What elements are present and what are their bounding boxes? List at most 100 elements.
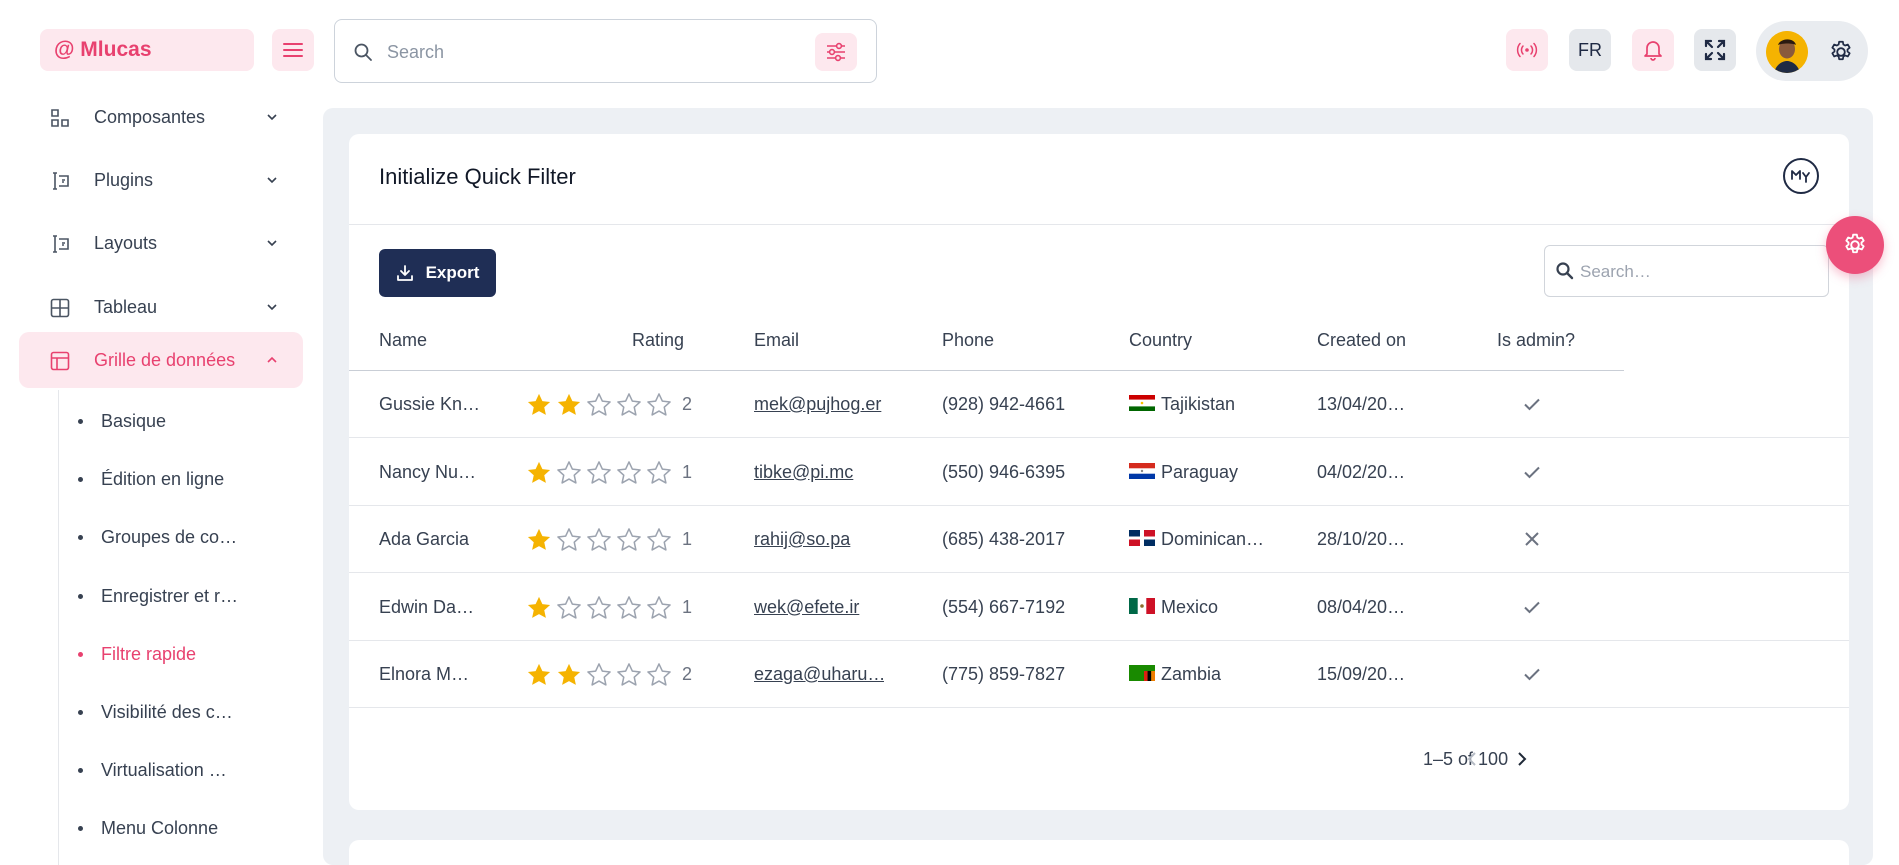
- table-row[interactable]: Edwin Da… 1 wek@efete.ir (554) 667-7192 Mexi…: [349, 574, 1849, 641]
- app-logo[interactable]: @ Mlucas: [40, 29, 254, 71]
- flag-icon: [1129, 395, 1155, 412]
- submenu-item-inline-edit[interactable]: Édition en ligne: [78, 464, 224, 494]
- submenu-item-quick-filter[interactable]: Filtre rapide: [78, 639, 196, 669]
- submenu-item-basic[interactable]: Basique: [78, 406, 166, 436]
- cell-name: Nancy Nu…: [379, 461, 477, 482]
- sidebar-item-components[interactable]: Composantes: [19, 90, 303, 145]
- star-empty-icon: [617, 528, 641, 551]
- cell-name: Ada Garcia: [379, 529, 470, 549]
- chevron-left-icon: [1467, 752, 1476, 766]
- check-icon: [1524, 398, 1540, 411]
- menu-toggle-button[interactable]: [272, 29, 314, 71]
- quick-filter-search: [1544, 245, 1829, 297]
- star-filled-icon: [557, 393, 581, 415]
- layout-icon: [53, 235, 69, 253]
- star-empty-icon: [557, 528, 581, 551]
- star-empty-icon: [647, 663, 671, 686]
- table-icon: [50, 298, 70, 318]
- table-row[interactable]: Nancy Nu… 1 tibke@pi.mc (550) 946-6395 Parag…: [349, 439, 1849, 506]
- search-filter-button[interactable]: [815, 33, 857, 71]
- table-row[interactable]: Gussie Kn… 2 mek@pujhog.er (928) 942-4661 Ta…: [349, 371, 1849, 438]
- table-row[interactable]: Elnora M… 2 ezaga@uharu… (775) 859-7827 Zamb…: [349, 641, 1849, 708]
- column-header-country[interactable]: Country: [1129, 314, 1192, 366]
- cell-country: Mexico: [1129, 574, 1279, 641]
- gear-icon[interactable]: [1828, 39, 1854, 65]
- user-menu[interactable]: [1756, 21, 1868, 81]
- column-header-is-admin[interactable]: Is admin?: [1497, 314, 1575, 366]
- rating-stars[interactable]: [525, 391, 673, 419]
- column-header-rating[interactable]: Rating: [632, 314, 684, 366]
- star-empty-icon: [617, 663, 641, 686]
- cell-phone: (775) 859-7827: [942, 664, 1066, 684]
- chevron-down-icon: [267, 240, 277, 247]
- submenu-item-column-visibility[interactable]: Visibilité des c…: [78, 697, 233, 727]
- export-button[interactable]: Export: [379, 249, 496, 297]
- fullscreen-icon: [1704, 39, 1726, 61]
- cell-name: Elnora M…: [379, 664, 470, 684]
- divider: [349, 224, 1849, 225]
- rating-stars[interactable]: [525, 526, 673, 554]
- star-empty-icon: [557, 595, 581, 619]
- column-header-email[interactable]: Email: [754, 314, 799, 366]
- sidebar: Composantes Plugins Layouts Tableau Gril…: [0, 90, 322, 865]
- search-input[interactable]: [387, 38, 787, 66]
- submenu-item-save-restore[interactable]: Enregistrer et r…: [78, 581, 238, 611]
- prev-page-button[interactable]: [1452, 739, 1492, 779]
- sidebar-item-label: Plugins: [94, 169, 154, 190]
- cell-rating-value: 1: [682, 596, 693, 617]
- submenu-item-virtualization[interactable]: Virtualisation …: [78, 755, 227, 785]
- cell-email[interactable]: wek@efete.ir: [754, 574, 884, 641]
- notifications-button[interactable]: [1632, 29, 1674, 71]
- sliders-icon: [827, 42, 845, 62]
- quick-filter-input[interactable]: [1580, 258, 1810, 286]
- star-filled-icon: [527, 663, 551, 685]
- settings-fab[interactable]: [1826, 216, 1884, 274]
- cell-phone: (554) 667-7192: [942, 596, 1066, 617]
- avatar[interactable]: [1766, 31, 1808, 73]
- main-content: Initialize Quick Filter Export Name Rati…: [323, 108, 1873, 865]
- flag-icon: [1129, 665, 1155, 682]
- cell-email[interactable]: tibke@pi.mc: [754, 439, 884, 506]
- cell-created-on: 04/02/20…: [1317, 461, 1406, 482]
- grid-icon: [50, 351, 70, 371]
- cell-created-on: 13/04/20…: [1317, 394, 1406, 414]
- gear-icon: [1845, 233, 1865, 254]
- fullscreen-button[interactable]: [1694, 29, 1736, 71]
- mui-logo-icon[interactable]: [1783, 158, 1819, 194]
- table-row[interactable]: Ada Garcia 1 rahij@so.pa (685) 438-2017 Domi…: [349, 506, 1849, 573]
- rating-stars[interactable]: [525, 459, 673, 487]
- sidebar-item-layouts[interactable]: Layouts: [19, 215, 303, 271]
- column-header-name[interactable]: Name: [379, 314, 427, 366]
- search-icon: [354, 43, 372, 61]
- submenu-item-column-menu[interactable]: Menu Colonne: [78, 813, 218, 843]
- cell-email[interactable]: ezaga@uharu…: [754, 641, 884, 708]
- components-icon: [51, 109, 69, 127]
- cell-email[interactable]: mek@pujhog.er: [754, 371, 884, 438]
- quick-filter-card: Initialize Quick Filter Export Name Rati…: [349, 134, 1849, 810]
- hamburger-icon: [283, 43, 303, 57]
- broadcast-button[interactable]: [1506, 29, 1548, 71]
- column-header-created-on[interactable]: Created on: [1317, 314, 1406, 366]
- star-empty-icon: [557, 460, 581, 484]
- star-empty-icon: [587, 528, 611, 551]
- sidebar-item-table[interactable]: Tableau: [19, 279, 303, 335]
- flag-icon: [1129, 530, 1155, 547]
- rating-stars[interactable]: [525, 661, 673, 689]
- next-page-button[interactable]: [1502, 739, 1542, 779]
- sidebar-item-plugins[interactable]: Plugins: [19, 152, 303, 208]
- cell-country: Paraguay: [1129, 439, 1279, 506]
- language-button[interactable]: FR: [1569, 29, 1611, 71]
- cell-created-on: 15/09/20…: [1317, 664, 1406, 684]
- flag-icon: [1129, 597, 1155, 614]
- card-title: Initialize Quick Filter: [379, 164, 576, 189]
- cell-email[interactable]: rahij@so.pa: [754, 506, 884, 573]
- sidebar-item-label: Layouts: [94, 232, 158, 253]
- column-header-phone[interactable]: Phone: [942, 314, 994, 366]
- sidebar-item-data-grid[interactable]: Grille de données: [19, 332, 303, 388]
- cell-rating-value: 2: [682, 394, 693, 414]
- global-search: [334, 19, 877, 83]
- rating-stars[interactable]: [525, 594, 673, 622]
- sidebar-item-label: Tableau: [94, 296, 158, 317]
- submenu-item-column-groups[interactable]: Groupes de co…: [78, 522, 237, 552]
- chevron-down-icon: [267, 304, 277, 311]
